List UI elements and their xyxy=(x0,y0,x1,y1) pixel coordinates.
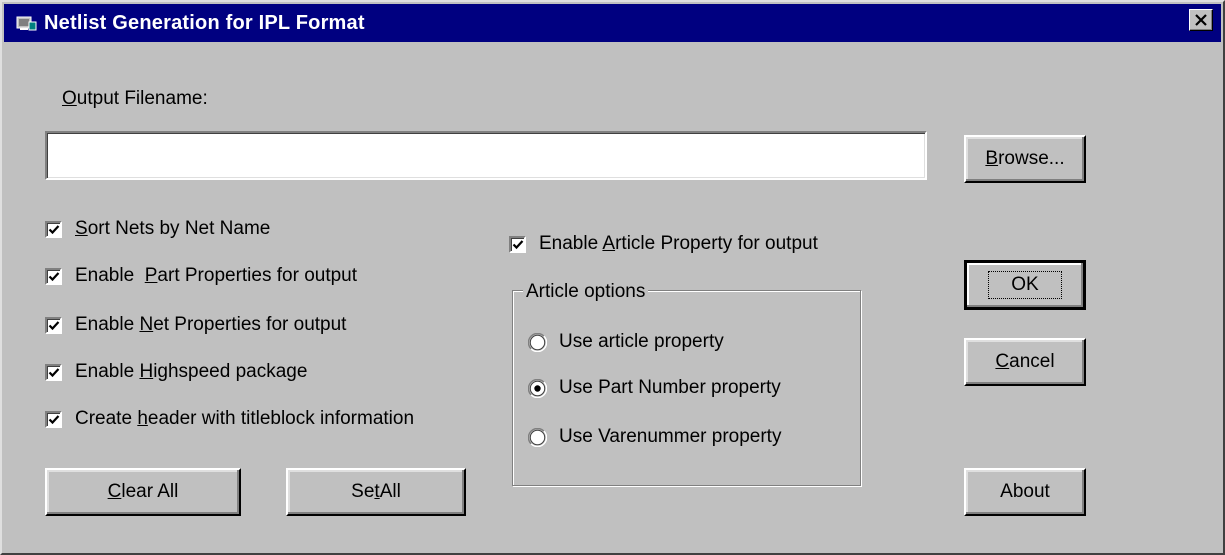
checkbox-box[interactable] xyxy=(45,220,62,238)
output-filename-input[interactable] xyxy=(47,133,925,178)
radio-use-part-number-property[interactable]: Use Part Number property xyxy=(528,377,781,399)
checkbox-titleblock-header[interactable]: Create header with titleblock informatio… xyxy=(45,408,414,430)
checkmark-icon xyxy=(48,414,60,424)
checkbox-box[interactable] xyxy=(45,363,62,381)
about-button[interactable]: About xyxy=(964,468,1086,516)
window-title: Netlist Generation for IPL Format xyxy=(44,12,365,34)
checkbox-sort-nets[interactable]: Sort Nets by Net Name xyxy=(45,218,270,240)
close-button[interactable] xyxy=(1189,9,1213,31)
close-icon xyxy=(1195,14,1207,26)
radio-label: Use Part Number property xyxy=(559,377,781,398)
radio-use-article-property[interactable]: Use article property xyxy=(528,331,724,353)
radio-label: Use Varenummer property xyxy=(559,426,782,447)
checkbox-label: Sort Nets by Net Name xyxy=(75,218,271,239)
radio-unselected-icon[interactable] xyxy=(528,332,547,352)
checkbox-label: Create header with titleblock informatio… xyxy=(75,408,415,429)
checkmark-icon xyxy=(48,320,60,330)
output-filename-field[interactable] xyxy=(45,131,927,180)
checkmark-icon xyxy=(48,367,60,377)
cancel-button[interactable]: Cancel xyxy=(964,338,1086,386)
ok-button[interactable]: OK xyxy=(964,260,1086,310)
set-all-button[interactable]: Se t All xyxy=(286,468,466,516)
checkbox-label: Enable Highspeed package xyxy=(75,361,308,382)
checkbox-net-properties[interactable]: Enable Net Properties for output xyxy=(45,314,346,336)
radio-label: Use article property xyxy=(559,331,724,352)
browse-button[interactable]: Browse... xyxy=(964,135,1086,183)
app-icon xyxy=(16,14,38,32)
clear-all-button[interactable]: Clear All xyxy=(45,468,241,516)
checkbox-label: Enable Part Properties for output xyxy=(75,265,358,286)
checkbox-article-property[interactable]: Enable Article Property for output xyxy=(509,233,818,255)
article-options-legend: Article options xyxy=(523,281,649,303)
checkmark-icon xyxy=(48,271,60,281)
radio-unselected-icon[interactable] xyxy=(528,427,547,447)
checkbox-label: Enable Article Property for output xyxy=(539,233,818,254)
checkbox-box[interactable] xyxy=(45,267,62,285)
checkmark-icon xyxy=(512,239,524,249)
output-filename-label: Output Filename: xyxy=(62,88,208,109)
checkmark-icon xyxy=(48,224,60,234)
checkbox-box[interactable] xyxy=(45,410,62,428)
radio-selected-icon[interactable] xyxy=(528,378,547,398)
radio-use-varenummer-property[interactable]: Use Varenummer property xyxy=(528,426,781,448)
checkbox-highspeed-package[interactable]: Enable Highspeed package xyxy=(45,361,307,383)
checkbox-part-properties[interactable]: Enable Part Properties for output xyxy=(45,265,357,287)
title-bar[interactable]: Netlist Generation for IPL Format xyxy=(4,4,1221,42)
checkbox-box[interactable] xyxy=(509,235,526,253)
checkbox-label: Enable Net Properties for output xyxy=(75,314,347,335)
checkbox-box[interactable] xyxy=(45,316,62,334)
